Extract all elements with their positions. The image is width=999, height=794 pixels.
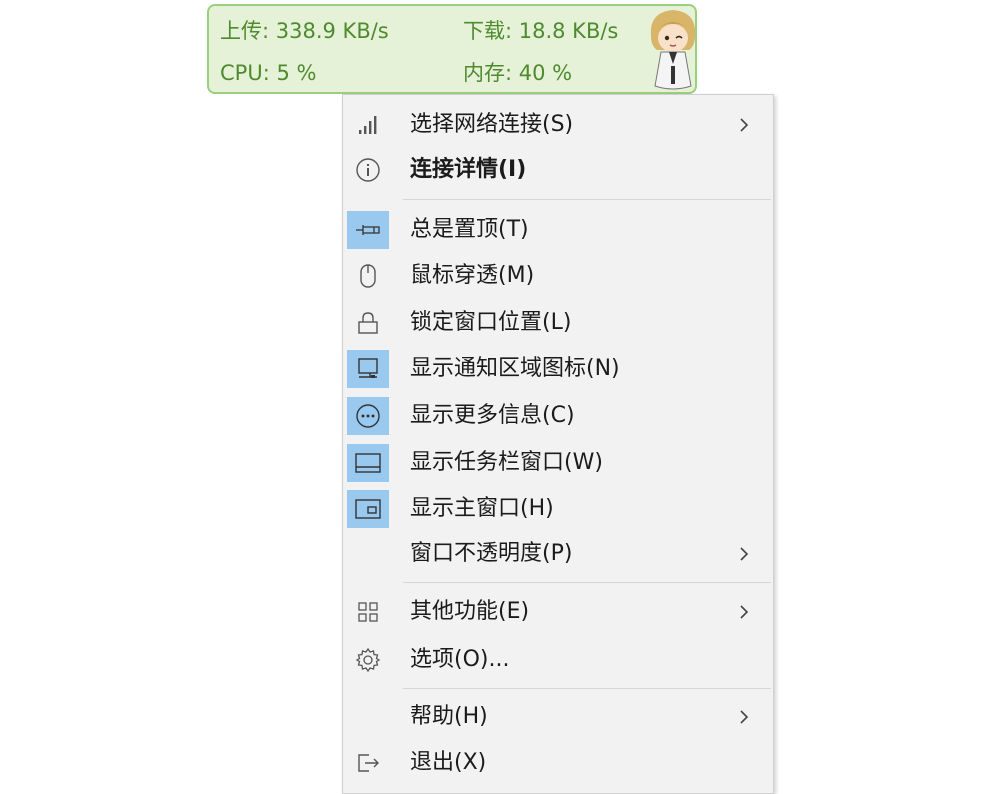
traffic-monitor-widget[interactable]: 上传: 338.9 KB/s 下载: 18.8 KB/s CPU: 5 % 内存… [207, 4, 697, 94]
exit-icon [347, 744, 389, 782]
context-menu: 选择网络连接(S) 连接详情(I) 总是置顶(T) 鼠标穿透(M) 锁定窗口位置… [342, 94, 774, 794]
menu-item-other-functions[interactable]: 其他功能(E) [343, 590, 773, 634]
menu-separator [403, 199, 771, 200]
menu-separator [403, 582, 771, 583]
download-speed: 下载: 18.8 KB/s [463, 19, 619, 43]
chevron-right-icon [740, 710, 749, 724]
menu-item-label: 鼠标穿透(M) [410, 263, 535, 288]
menu-item-label: 显示主窗口(H) [410, 496, 554, 521]
menu-item-select-network[interactable]: 选择网络连接(S) [343, 103, 773, 147]
cpu-usage: CPU: 5 % [220, 61, 317, 85]
chevron-right-icon [740, 605, 749, 619]
taskbar-window-icon [347, 444, 389, 482]
menu-item-label: 选择网络连接(S) [410, 112, 574, 137]
menu-item-label: 显示更多信息(C) [410, 403, 575, 428]
memory-usage: 内存: 40 % [463, 61, 573, 85]
menu-item-show-main-window[interactable]: 显示主窗口(H) [343, 487, 773, 531]
menu-item-mouse-through[interactable]: 鼠标穿透(M) [343, 254, 773, 298]
grid-icon [347, 593, 389, 631]
menu-item-help[interactable]: 帮助(H) [343, 695, 773, 739]
menu-separator [403, 688, 771, 689]
signal-bars-icon [347, 106, 389, 144]
info-icon [347, 151, 389, 189]
menu-item-options[interactable]: 选项(O)... [343, 638, 773, 682]
menu-item-always-on-top[interactable]: 总是置顶(T) [343, 208, 773, 252]
main-window-icon [347, 490, 389, 528]
menu-item-label: 锁定窗口位置(L) [410, 310, 572, 335]
menu-item-window-opacity[interactable]: 窗口不透明度(P) [343, 532, 773, 576]
lock-icon [347, 304, 389, 342]
upload-speed: 上传: 338.9 KB/s [220, 19, 389, 43]
pin-icon [347, 211, 389, 249]
menu-item-label: 其他功能(E) [410, 599, 530, 624]
menu-item-exit[interactable]: 退出(X) [343, 741, 773, 785]
menu-item-label: 窗口不透明度(P) [410, 541, 573, 566]
notification-area-icon [347, 350, 389, 388]
mouse-icon [347, 257, 389, 295]
menu-item-show-taskbar-window[interactable]: 显示任务栏窗口(W) [343, 441, 773, 485]
mascot-skin-image [650, 10, 696, 90]
menu-item-label: 帮助(H) [410, 704, 488, 729]
chevron-right-icon [740, 118, 749, 132]
menu-item-label: 连接详情(I) [410, 157, 527, 182]
menu-item-show-more-info[interactable]: 显示更多信息(C) [343, 394, 773, 438]
menu-item-label: 退出(X) [410, 750, 487, 775]
menu-item-label: 显示任务栏窗口(W) [410, 450, 603, 475]
chevron-right-icon [740, 547, 749, 561]
menu-item-show-notification-icon[interactable]: 显示通知区域图标(N) [343, 347, 773, 391]
gear-icon [347, 641, 389, 679]
menu-item-label: 总是置顶(T) [410, 217, 529, 242]
more-info-icon [347, 397, 389, 435]
menu-item-connection-details[interactable]: 连接详情(I) [343, 148, 773, 192]
menu-item-lock-position[interactable]: 锁定窗口位置(L) [343, 301, 773, 345]
menu-item-label: 选项(O)... [410, 647, 510, 672]
menu-item-label: 显示通知区域图标(N) [410, 356, 620, 381]
